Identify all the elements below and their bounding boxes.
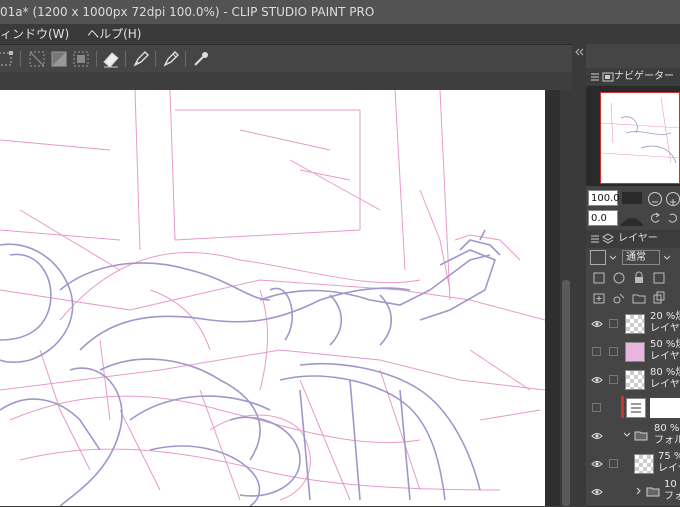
layer-row[interactable]: 20 %焼レイヤ	[586, 310, 680, 339]
eye-icon[interactable]	[591, 486, 603, 498]
folder-row[interactable]: 10 フォ	[586, 478, 680, 507]
menu-window[interactable]: ィンドウ(W)	[0, 24, 69, 44]
pen-icon[interactable]	[130, 48, 152, 70]
eye-icon[interactable]	[591, 318, 603, 330]
layer-tab-label: レイヤー	[618, 233, 658, 244]
collapse-chevrons-icon[interactable]	[572, 44, 586, 60]
tab-navigator[interactable]: ナビゲーター	[586, 68, 680, 86]
navigator-icon	[602, 72, 614, 82]
layer-name: 10 フォ	[664, 479, 680, 502]
layer-color-swatch[interactable]	[590, 250, 606, 265]
tab-layer[interactable]: レイヤー	[586, 230, 680, 248]
invert-selection-icon[interactable]	[70, 48, 92, 70]
layer-row[interactable]: 50 %焼レイヤ	[586, 338, 680, 367]
layer-row-paper[interactable]	[586, 394, 680, 423]
navigator-thumbnail-image	[601, 97, 679, 164]
select-all-icon[interactable]	[26, 48, 48, 70]
layer-lock-checkbox[interactable]	[609, 375, 618, 384]
menu-help[interactable]: ヘルプ(H)	[87, 24, 141, 44]
layer-row[interactable]: 75 %レイヤ	[586, 450, 680, 479]
layer-visibility-off[interactable]	[592, 403, 601, 412]
folder-icon	[634, 431, 648, 441]
layer-mask-icon	[626, 398, 646, 418]
transform-icon[interactable]	[0, 48, 16, 70]
layer-property-icon[interactable]	[592, 271, 606, 285]
layer-lock-checkbox[interactable]	[609, 459, 618, 468]
lock-icon[interactable]	[632, 271, 646, 285]
layer-lock-checkbox[interactable]	[609, 319, 618, 328]
eye-icon[interactable]	[591, 458, 603, 470]
panel-collapse-strip[interactable]	[572, 44, 586, 506]
toolbar-separator	[185, 51, 186, 67]
layer-thumbnail	[625, 314, 645, 334]
chevron-down-icon[interactable]	[662, 253, 672, 263]
window-title: 01a* (1200 x 1000px 72dpi 100.0%) - CLIP…	[0, 5, 375, 19]
panel-menu-icon[interactable]	[590, 234, 600, 244]
zoom-row: 100.0	[586, 188, 680, 210]
menu-bar: ィンドウ(W) ヘルプ(H)	[0, 24, 680, 44]
layer-lock-checkbox[interactable]	[609, 347, 618, 356]
rotate-value[interactable]: 0.0	[588, 210, 618, 226]
rotate-slider[interactable]	[620, 210, 644, 228]
rotate-right-icon[interactable]	[666, 211, 680, 225]
navigator-thumbnail[interactable]	[600, 92, 680, 184]
eye-icon[interactable]	[591, 430, 603, 442]
canvas-tab-strip	[0, 72, 585, 90]
layer-name: 80 %焼レイヤ	[650, 367, 680, 390]
command-toolbar	[0, 44, 585, 74]
blend-mode-select[interactable]: 通常	[622, 250, 660, 265]
layers-icon	[602, 233, 614, 244]
chevron-down-icon[interactable]	[622, 430, 632, 440]
eraser-icon[interactable]	[100, 48, 122, 70]
layer-name: 20 %焼レイヤ	[650, 311, 680, 334]
zoom-slider[interactable]	[622, 192, 642, 204]
sketch-drawing	[0, 90, 545, 506]
rotate-row: 0.0	[586, 208, 680, 230]
layer-row[interactable]: 80 %焼レイヤ	[586, 366, 680, 395]
layer-name: 75 %レイヤ	[658, 451, 680, 474]
folder-icon	[646, 487, 660, 497]
layer-thumbnail	[625, 370, 645, 390]
pen-pressure-icon[interactable]	[160, 48, 182, 70]
toolbar-separator	[20, 51, 21, 67]
panel-menu-icon[interactable]	[590, 72, 600, 82]
chevron-right-icon[interactable]	[634, 486, 644, 496]
layer-tool-icons	[586, 268, 680, 310]
zoom-out-icon[interactable]	[648, 192, 662, 206]
scrollbar-thumb[interactable]	[562, 280, 570, 506]
title-bar: 01a* (1200 x 1000px 72dpi 100.0%) - CLIP…	[0, 0, 680, 24]
eyedropper-icon[interactable]	[190, 48, 212, 70]
active-layer-indicator	[621, 396, 624, 418]
navigator-tab-label: ナビゲーター	[614, 71, 674, 82]
layer-name: 80 % フォル	[654, 423, 680, 446]
folder-row[interactable]: 80 % フォル	[586, 422, 680, 451]
zoom-value[interactable]: 100.0	[588, 190, 620, 206]
layer-visibility-off[interactable]	[592, 347, 601, 356]
toolbar-separator	[96, 51, 97, 67]
zoom-in-icon[interactable]	[666, 192, 680, 206]
layer-blend-row: 通常	[586, 248, 680, 268]
new-folder-icon[interactable]	[632, 291, 646, 305]
eye-icon[interactable]	[591, 374, 603, 386]
rotate-left-icon[interactable]	[648, 211, 662, 225]
layer-thumbnail	[634, 454, 654, 474]
new-vector-layer-icon[interactable]	[612, 291, 626, 305]
toolbar-separator	[155, 51, 156, 67]
layer-name: 50 %焼レイヤ	[650, 339, 680, 362]
canvas[interactable]	[0, 90, 545, 506]
transparency-lock-icon[interactable]	[652, 271, 666, 285]
chevron-down-icon[interactable]	[608, 253, 618, 263]
layer-thumbnail	[650, 398, 680, 418]
deselect-icon[interactable]	[48, 48, 70, 70]
new-raster-layer-icon[interactable]	[592, 291, 606, 305]
toolbar-separator	[125, 51, 126, 67]
layer-thumbnail	[625, 342, 645, 362]
copy-layer-icon[interactable]	[652, 291, 666, 305]
reference-layer-icon[interactable]	[612, 271, 626, 285]
